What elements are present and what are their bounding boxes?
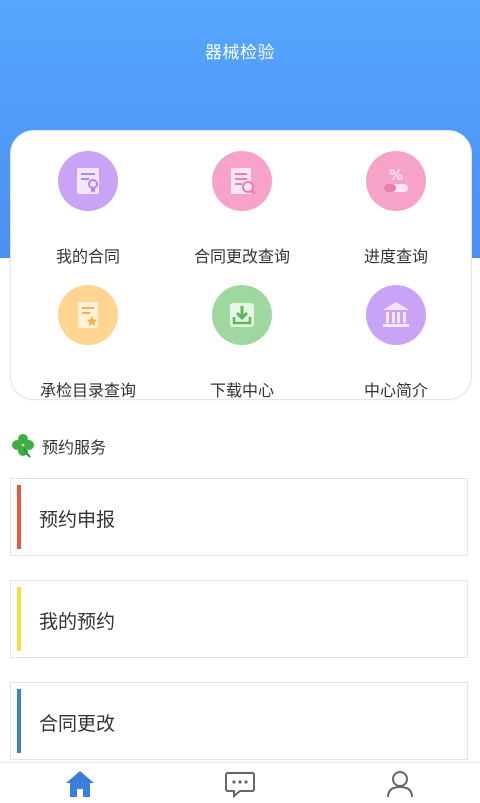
grid-item-contract-change-query[interactable]: 合同更改查询: [165, 151, 319, 271]
grid-item-download-center[interactable]: 下载中心: [165, 285, 319, 405]
download-tray-icon: [212, 285, 272, 345]
contract-search-icon: [212, 151, 272, 211]
accent-bar: [17, 689, 21, 753]
tab-home[interactable]: [60, 769, 100, 799]
bottom-tab-bar: [0, 762, 480, 801]
service-item-label: 我的预约: [39, 611, 116, 633]
grid-item-label: 合同更改查询: [193, 247, 290, 266]
feature-grid-card: 我的合同 合同更改查询 % 进度查询 承检目录查询 下载中心 中心简介: [10, 130, 472, 400]
home-icon: [66, 771, 94, 797]
section-title-text: 预约服务: [42, 438, 107, 457]
progress-percent-icon: %: [366, 151, 426, 211]
building-columns-icon: [366, 285, 426, 345]
service-item-label: 合同更改: [39, 713, 116, 735]
grid-item-progress-query[interactable]: % 进度查询: [319, 151, 473, 271]
accent-bar: [17, 587, 21, 651]
catalog-star-icon: [58, 285, 118, 345]
service-item-contract-change[interactable]: 合同更改: [10, 682, 468, 760]
page-title: 器械检验: [205, 43, 275, 63]
contract-icon: [58, 151, 118, 211]
accent-bar: [17, 485, 21, 549]
grid-item-label: 下载中心: [209, 381, 274, 400]
tab-profile[interactable]: [380, 769, 420, 799]
clover-icon: [10, 432, 36, 462]
grid-item-catalog-query[interactable]: 承检目录查询: [11, 285, 165, 405]
grid-item-label: 承检目录查询: [39, 381, 136, 400]
grid-item-center-intro[interactable]: 中心简介: [319, 285, 473, 405]
grid-item-label: 进度查询: [363, 247, 428, 266]
service-item-label: 预约申报: [39, 509, 116, 531]
user-icon: [387, 771, 413, 798]
tab-messages[interactable]: [220, 769, 260, 799]
grid-item-label: 中心简介: [363, 381, 428, 400]
service-item-my-appointments[interactable]: 我的预约: [10, 580, 468, 658]
svg-text:%: %: [389, 168, 403, 184]
message-icon: [225, 772, 255, 799]
grid-item-my-contract[interactable]: 我的合同: [11, 151, 165, 271]
service-item-appointment-declare[interactable]: 预约申报: [10, 478, 468, 556]
grid-item-label: 我的合同: [55, 247, 120, 266]
